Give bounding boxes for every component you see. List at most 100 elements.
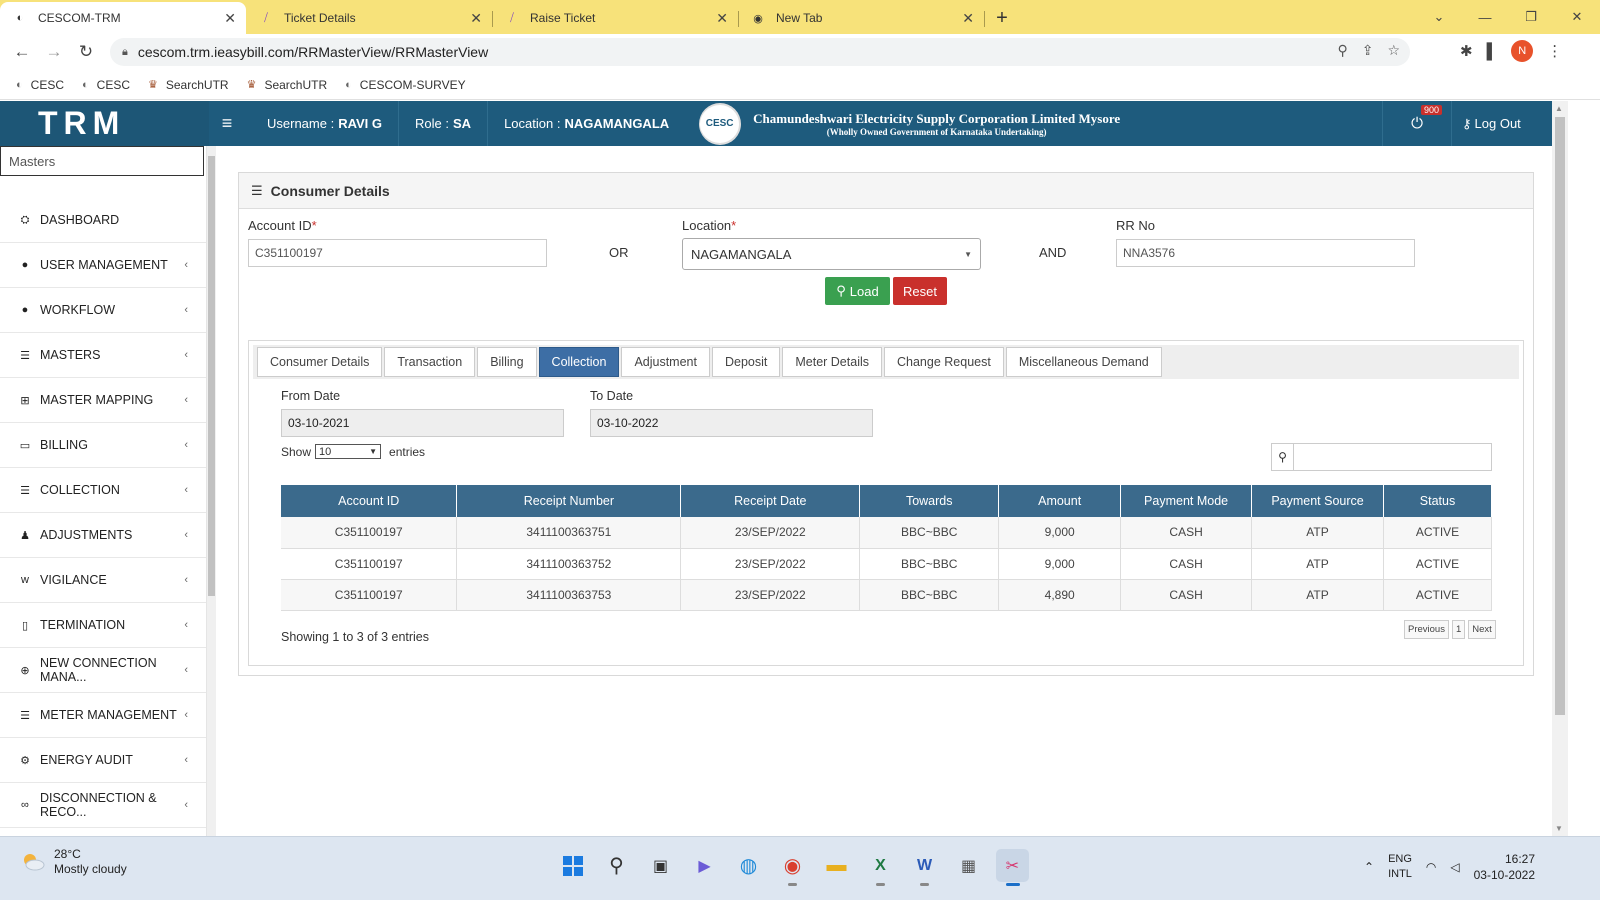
forward-arrow-icon[interactable]: → — [38, 42, 70, 62]
sidebar-item-vigilance[interactable]: ᴡ VIGILANCE ‹ — [0, 558, 206, 603]
close-icon[interactable]: ✕ — [962, 10, 974, 27]
snipping-tool-icon[interactable]: ✂ — [996, 849, 1029, 886]
kebab-menu-icon[interactable]: ⋮ — [1547, 42, 1562, 60]
url-input[interactable]: 🔒︎ cescom.trm.ieasybill.com/RRMasterView… — [110, 38, 1410, 66]
sidebar-item-dashboard[interactable]: ⛭ DASHBOARD — [0, 198, 206, 243]
search-icon[interactable]: ⚲ — [600, 849, 633, 882]
entries-select[interactable]: 10 ▼ — [315, 444, 382, 459]
column-header[interactable]: Towards — [859, 485, 1000, 517]
logout-button[interactable]: ⚷ Log Out — [1462, 101, 1521, 146]
table-row[interactable]: C351100197 3411100363753 23/SEP/2022 BBC~BB… — [281, 579, 1492, 611]
sidebar-item-masters[interactable]: ☰ MASTERS ‹ — [0, 333, 206, 378]
clock[interactable]: 16:27 03-10-2022 — [1474, 851, 1535, 883]
minimize-icon[interactable]: — — [1462, 10, 1508, 25]
previous-button[interactable]: Previous — [1404, 620, 1449, 639]
word-icon[interactable]: W — [908, 849, 941, 886]
browser-tab-cescom-trm[interactable]: ◐ CESCOM-TRM ✕ — [0, 2, 246, 34]
side-panel-icon[interactable]: ▌ — [1487, 43, 1498, 60]
column-header[interactable]: Payment Mode — [1120, 485, 1253, 517]
bookmark-cesc[interactable]: ◐ CESC — [16, 78, 64, 92]
new-tab-plus-icon[interactable]: + — [988, 4, 1016, 32]
restore-icon[interactable]: ❐ — [1508, 9, 1554, 25]
tab-meter-details[interactable]: Meter Details — [782, 347, 882, 377]
sidebar-scrollbar[interactable] — [207, 146, 216, 846]
to-date-field[interactable]: 03-10-2022 — [590, 409, 873, 437]
sidebar-search-input[interactable]: Masters — [0, 146, 204, 176]
volume-icon[interactable]: ◁ — [1450, 860, 1459, 874]
next-button[interactable]: Next — [1468, 620, 1496, 639]
bookmark-star-icon[interactable]: ☆ — [1387, 42, 1400, 59]
sidebar-item-master-mapping[interactable]: ⊞ MASTER MAPPING ‹ — [0, 378, 206, 423]
bookmark-searchutr-2[interactable]: ♛ SearchUTR — [247, 78, 328, 92]
tab-consumer-details[interactable]: Consumer Details — [257, 347, 383, 377]
reset-button[interactable]: Reset — [893, 277, 947, 305]
browser-tab-ticket-details[interactable]: ⧸ Ticket Details ✕ — [246, 2, 493, 34]
table-search-input[interactable]: ⚲ — [1271, 443, 1492, 471]
table-row[interactable]: C351100197 3411100363751 23/SEP/2022 BBC~BB… — [281, 517, 1492, 549]
wifi-icon[interactable]: ◠ — [1426, 860, 1436, 874]
tab-billing[interactable]: Billing — [477, 347, 537, 377]
rr-no-field[interactable]: NNA3576 — [1116, 239, 1415, 267]
account-id-field[interactable]: C351100197 — [248, 239, 547, 267]
file-explorer-icon[interactable]: ▬ — [820, 849, 853, 882]
sidebar-item-workflow[interactable]: ● WORKFLOW ‹ — [0, 288, 206, 333]
sidebar-item-collection[interactable]: ☰ COLLECTION ‹ — [0, 468, 206, 513]
excel-icon[interactable]: X — [864, 849, 897, 886]
bookmark-cescom-survey[interactable]: ◐ CESCOM-SURVEY — [345, 78, 465, 92]
chevron-up-icon[interactable]: ⌃ — [1364, 860, 1374, 874]
calculator-icon[interactable]: ▦ — [952, 849, 985, 882]
extensions-puzzle-icon[interactable]: ✱ — [1460, 42, 1473, 60]
notification-button[interactable]: ⏻ 900 — [1382, 101, 1452, 146]
sidebar-item-termination[interactable]: ▯ TERMINATION ‹ — [0, 603, 206, 648]
sidebar-item-user-management[interactable]: ● USER MANAGEMENT ‹ — [0, 243, 206, 288]
sidebar-item-billing[interactable]: ▭ BILLING ‹ — [0, 423, 206, 468]
location-select[interactable]: NAGAMANGALA ▼ — [682, 238, 981, 270]
column-header[interactable]: Amount — [998, 485, 1122, 517]
profile-avatar[interactable]: N — [1511, 40, 1534, 62]
table-row[interactable]: C351100197 3411100363752 23/SEP/2022 BBC~BB… — [281, 548, 1492, 580]
page-1-button[interactable]: 1 — [1451, 620, 1466, 639]
sidebar-item-energy-audit[interactable]: ⚙ ENERGY AUDIT ‹ — [0, 738, 206, 783]
language-indicator[interactable]: ENG INTL — [1388, 852, 1412, 882]
edge-browser-icon[interactable]: ◍ — [732, 849, 765, 882]
zoom-icon[interactable]: ⚲ — [1337, 42, 1347, 59]
sidebar-item-disconnection-reco[interactable]: ∞ DISCONNECTION & RECO... ‹ — [0, 783, 206, 828]
sidebar-item-adjustments[interactable]: ♟ ADJUSTMENTS ‹ — [0, 513, 206, 558]
column-header[interactable]: Payment Source — [1251, 485, 1384, 517]
chat-icon[interactable]: ▶ — [688, 849, 721, 882]
close-icon[interactable]: ✕ — [470, 10, 482, 27]
chrome-browser-icon[interactable]: ◉ — [776, 849, 809, 886]
column-header[interactable]: Receipt Number — [456, 485, 682, 517]
main-scrollbar[interactable]: ▲ ▼ — [1552, 101, 1568, 836]
sidebar-item-new-connection-mana[interactable]: ⊕ NEW CONNECTION MANA... ‹ — [0, 648, 206, 693]
tab-miscellaneous-demand[interactable]: Miscellaneous Demand — [1005, 347, 1162, 377]
window-close-icon[interactable]: ✕ — [1554, 9, 1600, 25]
share-icon[interactable]: ⇪ — [1362, 42, 1374, 59]
back-arrow-icon[interactable]: ← — [6, 42, 38, 62]
tab-change-request[interactable]: Change Request — [884, 347, 1004, 377]
tab-search-chevron-icon[interactable]: ⌄ — [1416, 9, 1462, 25]
browser-tab-new-tab[interactable]: ◉ New Tab ✕ — [738, 2, 985, 34]
close-icon[interactable]: ✕ — [716, 10, 728, 27]
column-header[interactable]: Receipt Date — [680, 485, 861, 517]
bookmark-searchutr[interactable]: ♛ SearchUTR — [148, 78, 229, 92]
reload-icon[interactable]: ↻ — [70, 42, 102, 62]
load-button[interactable]: ⚲ Load — [825, 277, 890, 305]
brand-logo[interactable]: TRM — [0, 101, 209, 146]
close-icon[interactable]: ✕ — [224, 10, 236, 27]
browser-tab-raise-ticket[interactable]: ⧸ Raise Ticket ✕ — [492, 2, 739, 34]
tab-collection[interactable]: Collection — [538, 347, 620, 377]
column-header[interactable]: Account ID — [281, 485, 458, 517]
windows-start-icon[interactable] — [556, 849, 589, 882]
tab-deposit[interactable]: Deposit — [711, 347, 781, 377]
bookmark-cesc-2[interactable]: ◐ CESC — [82, 78, 130, 92]
hamburger-menu-icon[interactable]: ≡ — [209, 113, 245, 134]
sidebar-item-meter-management[interactable]: ☰ METER MANAGEMENT ‹ — [0, 693, 206, 738]
task-view-icon[interactable]: ▣ — [644, 849, 677, 882]
users-icon: ♟ — [20, 529, 30, 542]
weather-widget[interactable]: 28°C Mostly cloudy — [20, 847, 127, 877]
from-date-field[interactable]: 03-10-2021 — [281, 409, 564, 437]
column-header[interactable]: Status — [1383, 485, 1492, 517]
tab-adjustment[interactable]: Adjustment — [621, 347, 710, 377]
tab-transaction[interactable]: Transaction — [384, 347, 476, 377]
